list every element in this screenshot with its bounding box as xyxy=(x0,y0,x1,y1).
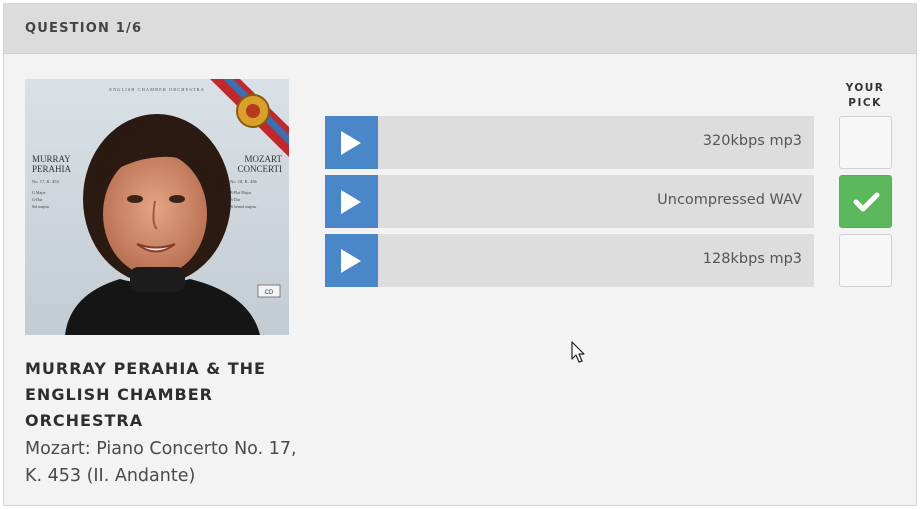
audio-option-row: 320kbps mp3 xyxy=(325,116,814,169)
cover-left-name-1: MURRAY xyxy=(32,154,71,164)
audio-option-label: 128kbps mp3 xyxy=(702,251,802,267)
svg-text:CD: CD xyxy=(265,290,274,296)
mouse-cursor-icon xyxy=(571,341,585,363)
cover-left-detail-3: G-Dur xyxy=(32,197,43,202)
play-button[interactable] xyxy=(325,234,378,287)
play-button[interactable] xyxy=(325,116,378,169)
cover-left-detail-2: G Major xyxy=(32,190,46,195)
audio-option-label: 320kbps mp3 xyxy=(702,133,802,149)
album-cover: CD ENGLISH CHAMBER ORCHESTRA MURRAY PERA… xyxy=(25,79,289,335)
play-icon xyxy=(341,249,361,273)
play-button[interactable] xyxy=(325,175,378,228)
cover-right-detail-3: B-Dur xyxy=(230,197,241,202)
cover-right-name-2: CONCERTI xyxy=(238,164,282,174)
pick-checkbox[interactable] xyxy=(839,116,892,169)
your-pick-label: YOUR PICK xyxy=(845,82,885,109)
quiz-panel: QUESTION 1/6 CD ENGLISH CHAMBER ORCHESTR… xyxy=(3,3,917,506)
cover-right-detail-2: B-Flat Major xyxy=(230,190,252,195)
album-cover-image: CD ENGLISH CHAMBER ORCHESTRA MURRAY PERA… xyxy=(25,79,289,335)
artist-name: MURRAY PERAHIA & THE ENGLISH CHAMBER ORC… xyxy=(25,359,266,430)
audio-option-label: Uncompressed WAV xyxy=(657,192,802,208)
cover-left-detail-4: Sol majeur xyxy=(32,204,50,209)
question-title: QUESTION 1/6 xyxy=(25,21,143,36)
pick-checkbox-selected[interactable] xyxy=(839,175,892,228)
play-icon xyxy=(341,131,361,155)
audio-option-row: Uncompressed WAV xyxy=(325,175,814,228)
track-title: Mozart: Piano Concerto No. 17, K. 453 (I… xyxy=(25,439,297,486)
pick-checkbox[interactable] xyxy=(839,234,892,287)
cover-top-line: ENGLISH CHAMBER ORCHESTRA xyxy=(109,87,205,92)
play-icon xyxy=(341,190,361,214)
cover-right-name-1: MOZART xyxy=(245,154,283,164)
checkmark-icon xyxy=(853,192,880,212)
audio-option-row: 128kbps mp3 xyxy=(325,234,814,287)
cover-left-name-2: PERAHIA xyxy=(32,164,72,174)
cover-right-detail-4: Si bemol majeur xyxy=(230,204,257,209)
question-header: QUESTION 1/6 xyxy=(4,4,916,54)
